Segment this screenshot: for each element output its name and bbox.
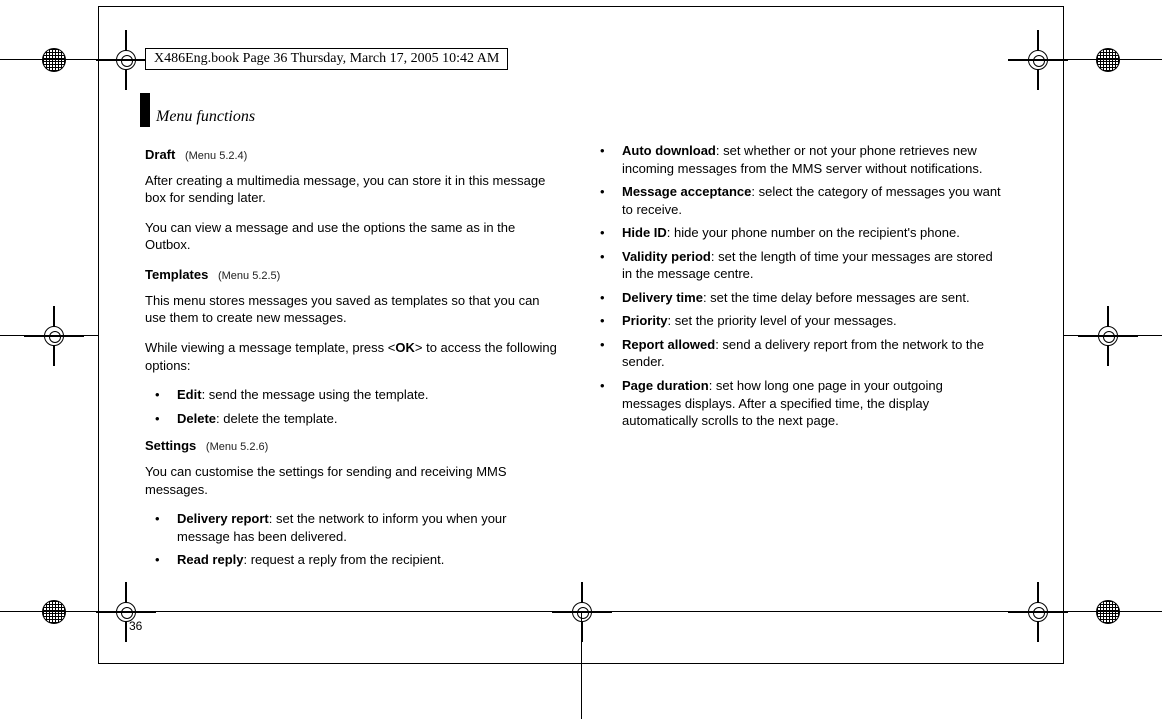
crosshair-mark-icon — [96, 582, 156, 642]
section-title-text: Menu functions — [156, 108, 255, 127]
item-name: Edit — [177, 387, 202, 402]
item-name: Page duration — [622, 378, 709, 393]
templates-heading: Templates (Menu 5.2.5) — [145, 266, 560, 284]
settings-heading: Settings (Menu 5.2.6) — [145, 437, 560, 455]
list-item: Edit: send the message using the templat… — [151, 386, 560, 404]
crosshair-mark-icon — [24, 306, 84, 366]
item-desc: : hide your phone number on the recipien… — [667, 225, 960, 240]
item-name: Report allowed — [622, 337, 715, 352]
list-item: Delete: delete the template. — [151, 410, 560, 428]
registration-mark-icon — [1096, 48, 1120, 72]
templates-title: Templates — [145, 267, 208, 282]
crosshair-mark-icon — [1078, 306, 1138, 366]
crosshair-mark-icon — [1008, 582, 1068, 642]
section-title: Menu functions — [140, 93, 255, 127]
item-name: Validity period — [622, 249, 711, 264]
item-name: Auto download — [622, 143, 716, 158]
header-info: X486Eng.book Page 36 Thursday, March 17,… — [145, 48, 508, 70]
draft-ref: (Menu 5.2.4) — [185, 150, 247, 162]
settings-ref: (Menu 5.2.6) — [206, 441, 268, 453]
item-desc: : delete the template. — [216, 411, 337, 426]
item-name: Priority — [622, 313, 668, 328]
item-name: Delivery time — [622, 290, 703, 305]
crosshair-mark-icon — [552, 582, 612, 642]
templates-p2: While viewing a message template, press … — [145, 339, 560, 374]
list-item: Validity period: set the length of time … — [596, 248, 1005, 283]
ok-key: OK — [395, 340, 415, 355]
section-bar-icon — [140, 93, 150, 127]
templates-options: Edit: send the message using the templat… — [145, 386, 560, 427]
settings-options-left: Delivery report: set the network to info… — [145, 510, 560, 569]
rule-line — [0, 59, 98, 60]
templates-ref: (Menu 5.2.5) — [218, 270, 280, 282]
item-desc: : set the time delay before messages are… — [703, 290, 970, 305]
item-desc: : send the message using the template. — [202, 387, 429, 402]
registration-mark-icon — [42, 600, 66, 624]
rule-line — [1064, 59, 1162, 60]
right-column: Auto download: set whether or not your p… — [590, 136, 1005, 579]
left-column: Draft (Menu 5.2.4) After creating a mult… — [145, 136, 560, 579]
item-name: Message acceptance — [622, 184, 751, 199]
settings-p1: You can customise the settings for sendi… — [145, 463, 560, 498]
draft-p2: You can view a message and use the optio… — [145, 219, 560, 254]
settings-title: Settings — [145, 438, 196, 453]
templates-p2a: While viewing a message template, press … — [145, 340, 395, 355]
list-item: Read reply: request a reply from the rec… — [151, 551, 560, 569]
registration-mark-icon — [42, 48, 66, 72]
list-item: Page duration: set how long one page in … — [596, 377, 1005, 430]
item-desc: : set the priority level of your message… — [668, 313, 897, 328]
crosshair-mark-icon — [1008, 30, 1068, 90]
draft-heading: Draft (Menu 5.2.4) — [145, 146, 560, 164]
rule-line — [581, 611, 582, 719]
draft-p1: After creating a multimedia message, you… — [145, 172, 560, 207]
item-name: Hide ID — [622, 225, 667, 240]
list-item: Priority: set the priority level of your… — [596, 312, 1005, 330]
settings-options-right: Auto download: set whether or not your p… — [590, 142, 1005, 430]
list-item: Hide ID: hide your phone number on the r… — [596, 224, 1005, 242]
list-item: Delivery report: set the network to info… — [151, 510, 560, 545]
item-desc: : request a reply from the recipient. — [243, 552, 444, 567]
rule-line — [0, 335, 98, 336]
item-name: Read reply — [177, 552, 243, 567]
draft-title: Draft — [145, 147, 175, 162]
list-item: Report allowed: send a delivery report f… — [596, 336, 1005, 371]
rule-line — [1064, 335, 1162, 336]
list-item: Delivery time: set the time delay before… — [596, 289, 1005, 307]
list-item: Message acceptance: select the category … — [596, 183, 1005, 218]
item-name: Delete — [177, 411, 216, 426]
registration-mark-icon — [1096, 600, 1120, 624]
item-name: Delivery report — [177, 511, 269, 526]
templates-p1: This menu stores messages you saved as t… — [145, 292, 560, 327]
list-item: Auto download: set whether or not your p… — [596, 142, 1005, 177]
content-columns: Draft (Menu 5.2.4) After creating a mult… — [145, 136, 1105, 579]
